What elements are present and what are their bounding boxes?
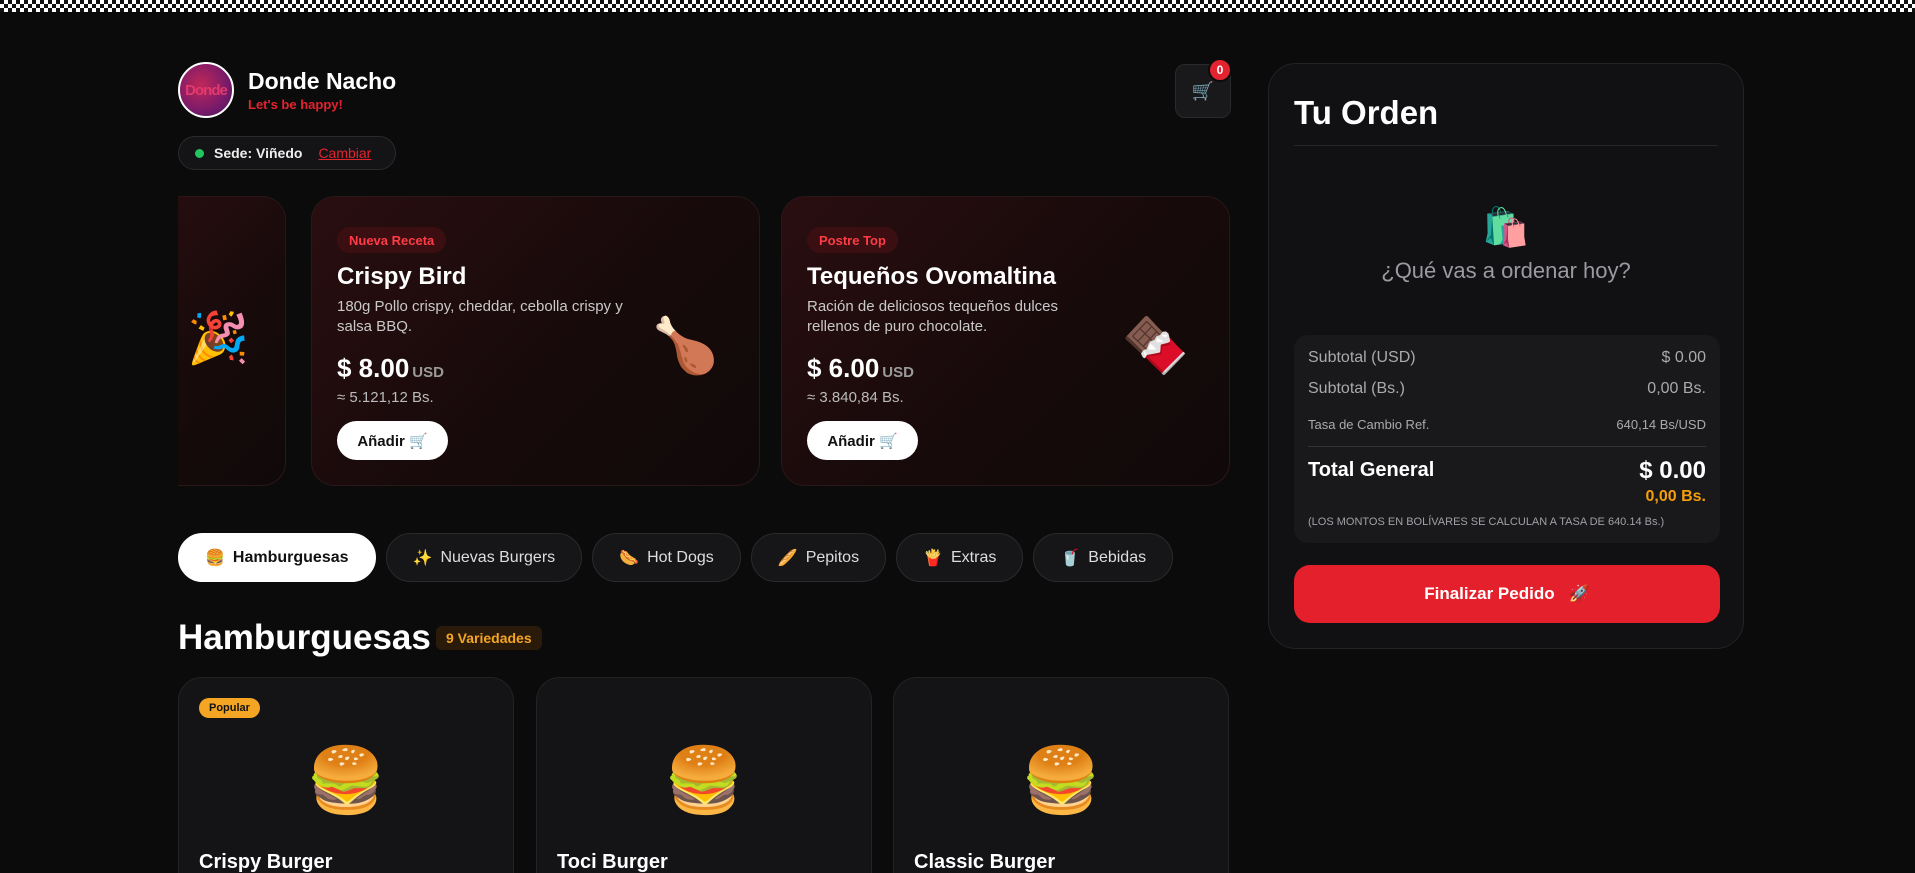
cart-icon: 🛒 [1191, 80, 1215, 101]
total-bs: 0,00 Bs. [1645, 488, 1706, 505]
add-to-cart-button[interactable]: Añadir 🛒 [337, 421, 448, 460]
promo-price: $ 8.00 USD [337, 353, 444, 383]
add-to-cart-button[interactable]: Añadir 🛒 [807, 421, 918, 460]
cart-count-badge: 0 [1208, 58, 1232, 82]
exchange-rate-row: Tasa de Cambio Ref. 640,14 Bs/USD [1308, 417, 1706, 432]
product-card[interactable]: 🍔 Toci Burger [536, 677, 872, 873]
sede-selector: Sede: Viñedo Cambiar [178, 136, 396, 170]
currency-note: (LOS MONTOS EN BOLÍVARES SE CALCULAN A T… [1308, 516, 1665, 528]
promo-price-bs: ≈ 5.121,12 Bs. [337, 389, 434, 406]
section-title: Hamburguesas [178, 618, 431, 657]
burger-icon: 🍔 [306, 744, 386, 816]
tab-bebidas[interactable]: 🥤 Bebidas [1033, 533, 1174, 582]
status-dot-icon [195, 148, 204, 158]
sede-label: Sede: Viñedo [214, 145, 303, 161]
promo-tag: Postre Top [807, 227, 898, 253]
order-summary: Subtotal (USD) $ 0.00 Subtotal (Bs.) 0,00 … [1294, 335, 1720, 543]
empty-order-text: ¿Qué vas a ordenar hoy? [1381, 258, 1631, 283]
brand-tagline: Let's be happy! [248, 97, 343, 112]
promo-title: Tequeños Ovomaltina [807, 263, 1056, 290]
chicken-leg-icon: 🍗 [651, 316, 719, 376]
product-name: Crispy Burger [199, 851, 333, 873]
product-card[interactable]: Popular 🍔 Crispy Burger [178, 677, 514, 873]
burger-icon: 🍔 [205, 549, 225, 567]
party-popper-icon: 🎉 [187, 310, 250, 366]
order-panel: Tu Orden 🛍️ ¿Qué vas a ordenar hoy? Subt… [1268, 63, 1744, 649]
total-label: Total General [1308, 459, 1435, 481]
popular-badge: Popular [199, 698, 260, 718]
promo-description: Ración de deliciosos tequeños dulces rel… [807, 298, 1058, 335]
checkered-top-border [0, 0, 1915, 12]
tab-extras[interactable]: 🍟 Extras [896, 533, 1024, 582]
brand-header: Donde Donde Nacho Let's be happy! [178, 62, 396, 118]
hot-dog-icon: 🌭 [619, 549, 640, 567]
change-sede-link[interactable]: Cambiar [318, 145, 371, 161]
promo-card: Nueva Receta Crispy Bird 180g Pollo cris… [311, 196, 760, 486]
promo-price: $ 6.00 USD [807, 353, 914, 383]
variety-count-badge: 9 Variedades [436, 626, 542, 650]
subtotal-usd-row: Subtotal (USD) $ 0.00 [1308, 349, 1706, 366]
drink-icon: 🥤 [1060, 549, 1081, 567]
category-tabs: 🍔 Hamburguesas ✨ Nuevas Burgers 🌭 Hot Dogs … [178, 533, 1174, 582]
promo-price-bs: ≈ 3.840,84 Bs. [807, 389, 904, 406]
sparkles-icon: ✨ [412, 549, 433, 567]
promo-title: Crispy Bird [337, 263, 467, 290]
promo-carousel[interactable]: 🎉 Nueva Receta Crispy Bird 180g Pollo cr… [178, 196, 1230, 486]
tab-pepitos[interactable]: 🥖 Pepitos [750, 533, 887, 582]
shopping-bag-icon: 🛍️ [1482, 207, 1530, 249]
finalize-order-button[interactable]: Finalizar Pedido 🚀 [1294, 565, 1720, 623]
burger-icon: 🍔 [664, 744, 744, 816]
divider [1294, 145, 1718, 146]
promo-card-partial[interactable]: 🎉 [178, 196, 286, 486]
subtotal-bs-row: Subtotal (Bs.) 0,00 Bs. [1308, 380, 1706, 397]
rocket-icon: 🚀 [1568, 584, 1590, 603]
product-name: Classic Burger [914, 851, 1056, 873]
product-card[interactable]: 🍔 Classic Burger [893, 677, 1229, 873]
burger-icon: 🍔 [1021, 744, 1101, 816]
baguette-icon: 🥖 [777, 549, 798, 567]
fries-icon: 🍟 [923, 549, 943, 567]
chocolate-bar-icon: 🍫 [1121, 316, 1189, 376]
promo-tag: Nueva Receta [337, 227, 447, 253]
total-usd: $ 0.00 [1639, 457, 1706, 484]
promo-description: 180g Pollo crispy, cheddar, cebolla cris… [337, 298, 623, 335]
divider [1308, 446, 1706, 447]
brand-logo: Donde [178, 62, 234, 118]
order-title: Tu Orden [1294, 94, 1439, 131]
product-name: Toci Burger [557, 851, 668, 873]
promo-card: Postre Top Tequeños Ovomaltina Ración de… [781, 196, 1230, 486]
tab-hamburguesas[interactable]: 🍔 Hamburguesas [178, 533, 376, 582]
tab-hot-dogs[interactable]: 🌭 Hot Dogs [592, 533, 741, 582]
brand-name: Donde Nacho [248, 68, 397, 94]
tab-nuevas-burgers[interactable]: ✨ Nuevas Burgers [385, 533, 583, 582]
